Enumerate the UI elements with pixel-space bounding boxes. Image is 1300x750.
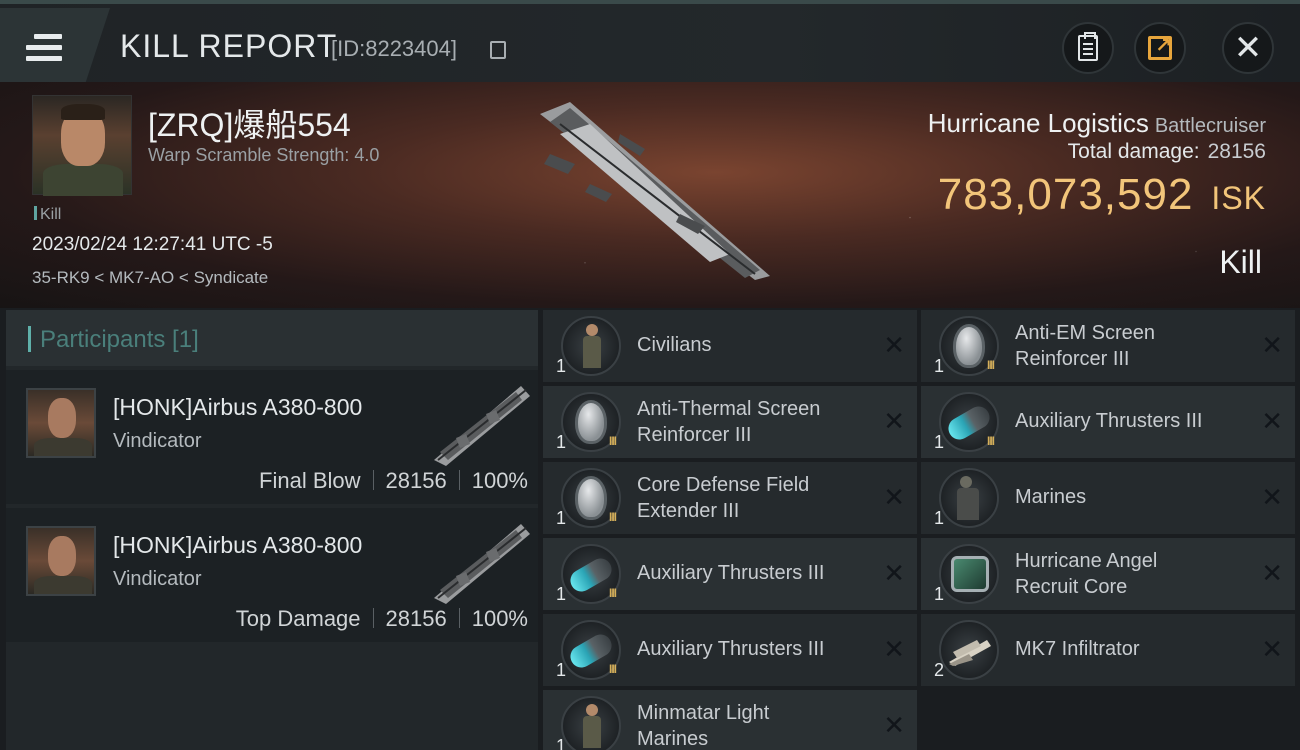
kill-location: 35-RK9 < MK7-AO < Syndicate — [32, 268, 269, 287]
core-icon — [939, 544, 999, 604]
item-quantity: 1 — [556, 584, 567, 604]
item-row[interactable]: 1 Marines ✕ — [921, 462, 1295, 534]
remove-icon[interactable]: ✕ — [1261, 558, 1283, 589]
remove-icon[interactable]: ✕ — [1261, 634, 1283, 665]
item-name: Anti-Thermal Screen Reinforcer III — [637, 398, 821, 446]
item-name: Core Defense Field Extender III — [637, 474, 810, 522]
share-button[interactable] — [1134, 22, 1186, 74]
item-name: Hurricane Angel Recruit Core — [1015, 550, 1158, 598]
item-name: Anti-EM Screen Reinforcer III — [1015, 322, 1156, 370]
participant-row[interactable]: [HONK]Airbus A380-800 Vindicator Top Dam… — [6, 508, 538, 642]
item-name: Auxiliary Thrusters III — [1015, 410, 1203, 432]
kill-banner: [ZRQ]爆船554 Warp Scramble Strength: 4.0 K… — [0, 82, 1300, 308]
item-quantity: 1 — [934, 356, 945, 376]
shield-icon: III — [561, 468, 621, 528]
ship-name: Hurricane Logistics Battlecruiser — [927, 108, 1266, 138]
thruster-icon: III — [561, 620, 621, 680]
menu-button[interactable] — [0, 8, 110, 82]
kill-datetime: 2023/02/24 12:27:41 UTC -5 — [32, 234, 273, 255]
item-name: Civilians — [637, 334, 712, 356]
remove-icon[interactable]: ✕ — [883, 406, 905, 437]
header-bar: KILL REPORT [ID:8223404] ✕ — [0, 0, 1300, 82]
copy-icon[interactable] — [490, 41, 506, 59]
remove-icon[interactable]: ✕ — [883, 330, 905, 361]
warp-strength: Warp Scramble Strength: 4.0 — [148, 145, 380, 165]
participant-ship-image — [434, 386, 530, 466]
victim-name[interactable]: [ZRQ]爆船554 — [148, 100, 351, 146]
item-quantity: 1 — [556, 432, 567, 452]
total-damage: Total damage: 28156 — [1067, 140, 1266, 163]
remove-icon[interactable]: ✕ — [1261, 330, 1283, 361]
item-row[interactable]: III 1 Auxiliary Thrusters III ✕ — [543, 538, 917, 610]
remove-icon[interactable]: ✕ — [883, 710, 905, 741]
clipboard-icon — [1078, 32, 1098, 61]
item-quantity: 1 — [556, 356, 567, 376]
hamburger-icon — [26, 34, 62, 62]
thruster-icon: III — [561, 544, 621, 604]
participants-panel: Participants [1] [HONK]Airbus A380-800 V… — [6, 310, 538, 750]
participant-ship: Vindicator — [113, 430, 202, 452]
item-quantity: 1 — [934, 584, 945, 604]
item-row[interactable]: III 1 Anti-Thermal Screen Reinforcer III ✕ — [543, 386, 917, 458]
participant-avatar[interactable] — [26, 388, 96, 458]
item-quantity: 2 — [934, 660, 945, 680]
participant-ship-image — [434, 524, 530, 604]
item-name: Auxiliary Thrusters III — [637, 562, 825, 584]
participant-stats: Top Damage 28156 100% — [235, 606, 528, 631]
item-quantity: 1 — [934, 432, 945, 452]
page-title: KILL REPORT — [120, 28, 338, 64]
participant-avatar[interactable] — [26, 526, 96, 596]
victim-portrait[interactable] — [32, 95, 132, 196]
remove-icon[interactable]: ✕ — [883, 634, 905, 665]
item-name: Auxiliary Thrusters III — [637, 638, 825, 660]
item-row[interactable]: III 1 Anti-EM Screen Reinforcer III ✕ — [921, 310, 1295, 382]
remove-icon[interactable]: ✕ — [1261, 406, 1283, 437]
marine-icon — [939, 468, 999, 528]
close-icon: ✕ — [1233, 29, 1263, 67]
report-id: [ID:8223404] — [331, 36, 457, 61]
thruster-icon: III — [939, 392, 999, 452]
drone-icon — [939, 620, 999, 680]
result-label: Kill — [1219, 244, 1262, 280]
participants-header[interactable]: Participants [1] — [6, 310, 538, 366]
clipboard-button[interactable] — [1062, 22, 1114, 74]
remove-icon[interactable]: ✕ — [883, 558, 905, 589]
item-quantity: 1 — [556, 736, 567, 750]
item-name: MK7 Infiltrator — [1015, 638, 1140, 660]
kill-tag: Kill — [34, 206, 61, 224]
item-quantity: 1 — [556, 508, 567, 528]
item-quantity: 1 — [934, 508, 945, 528]
participant-stats: Final Blow 28156 100% — [259, 468, 528, 493]
item-row[interactable]: 2 MK7 Infiltrator ✕ — [921, 614, 1295, 686]
item-name: Marines — [1015, 486, 1087, 508]
item-row[interactable]: III 1 Auxiliary Thrusters III ✕ — [921, 386, 1295, 458]
shield-icon: III — [561, 392, 621, 452]
person-icon — [561, 696, 621, 750]
item-row[interactable]: 1 Minmatar Light Marines ✕ — [543, 690, 917, 750]
item-row[interactable]: 1 Civilians ✕ — [543, 310, 917, 382]
person-icon — [561, 316, 621, 376]
item-row[interactable]: III 1 Core Defense Field Extender III ✕ — [543, 462, 917, 534]
close-button[interactable]: ✕ — [1222, 22, 1274, 74]
participant-row[interactable]: [HONK]Airbus A380-800 Vindicator Final B… — [6, 370, 538, 504]
shield-icon: III — [939, 316, 999, 376]
isk-value: 783,073,592 ISK — [937, 170, 1266, 219]
item-row[interactable]: 1 Hurricane Angel Recruit Core ✕ — [921, 538, 1295, 610]
participant-name: [HONK]Airbus A380-800 — [113, 532, 363, 558]
item-quantity: 1 — [556, 660, 567, 680]
item-row[interactable]: III 1 Auxiliary Thrusters III ✕ — [543, 614, 917, 686]
remove-icon[interactable]: ✕ — [1261, 482, 1283, 513]
participant-name: [HONK]Airbus A380-800 — [113, 394, 363, 420]
victim-ship-image — [540, 102, 770, 280]
item-name: Minmatar Light Marines — [637, 702, 770, 750]
share-icon — [1148, 33, 1172, 60]
remove-icon[interactable]: ✕ — [883, 482, 905, 513]
participant-ship: Vindicator — [113, 568, 202, 590]
